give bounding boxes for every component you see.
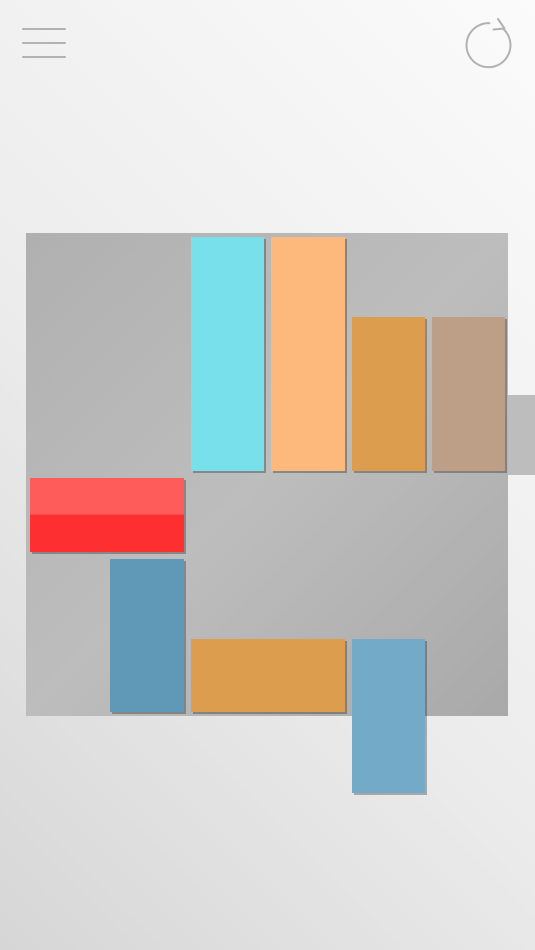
orange-horizontal-block[interactable]: [190, 639, 345, 713]
puzzle-board: [26, 233, 508, 793]
steel-blue-block[interactable]: [110, 558, 184, 713]
peach-block[interactable]: [271, 237, 345, 472]
restart-arrow-icon: [465, 18, 512, 69]
cyan-block[interactable]: [190, 237, 265, 472]
light-blue-block[interactable]: [351, 639, 425, 793]
target-block[interactable]: [30, 478, 184, 552]
tan-block[interactable]: [432, 317, 506, 472]
orange-vertical-block[interactable]: [351, 317, 425, 472]
menu-button[interactable]: [16, 20, 72, 66]
board-exit: [508, 395, 535, 475]
restart-button[interactable]: [462, 16, 522, 74]
